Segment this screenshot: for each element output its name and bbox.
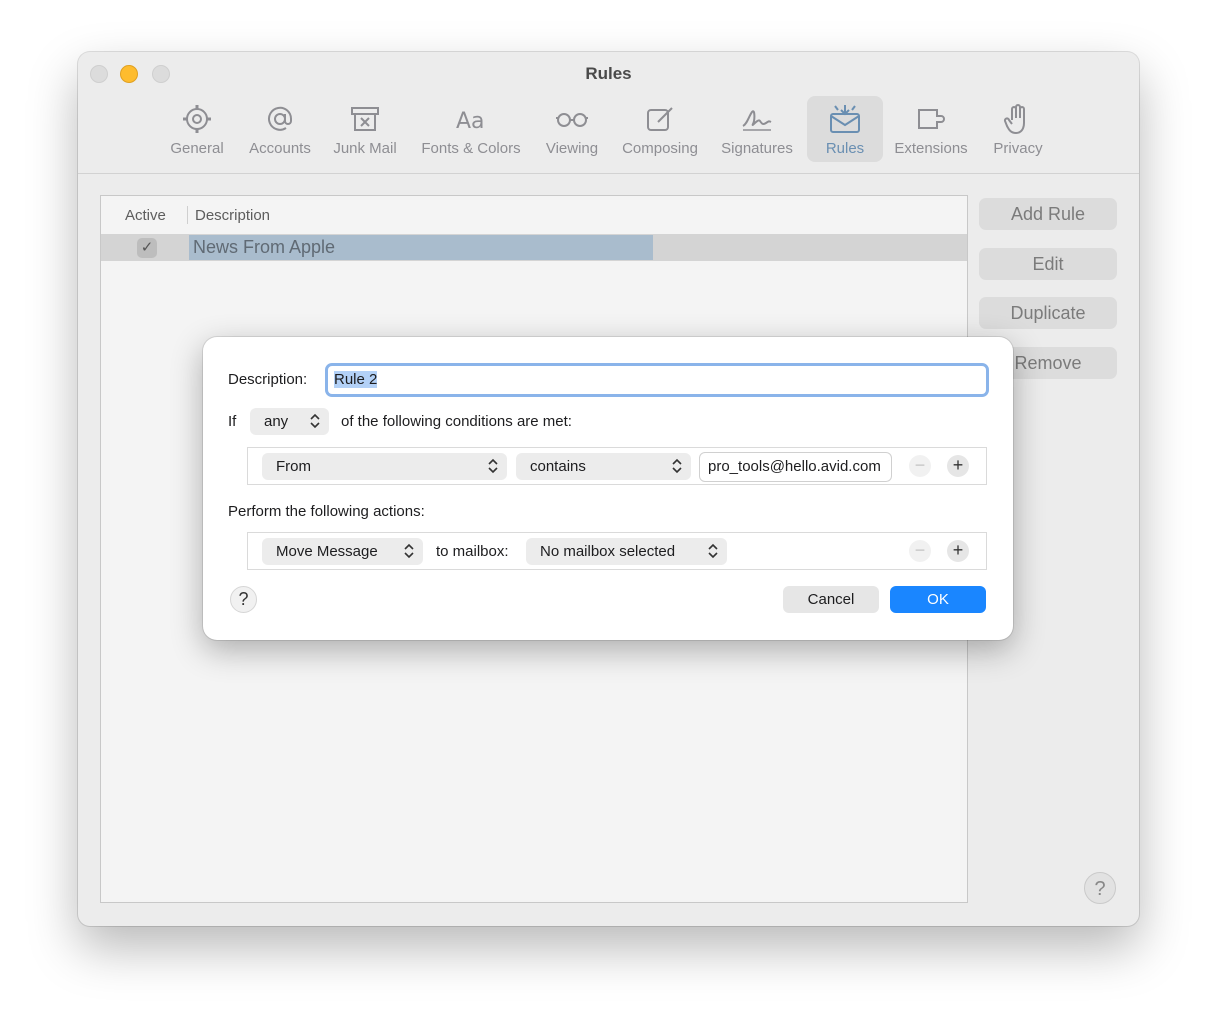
at-sign-icon — [268, 106, 293, 131]
active-checkbox[interactable]: ✓ — [137, 238, 157, 258]
description-value: Rule 2 — [334, 371, 378, 388]
tab-fonts-colors[interactable]: Aa Fonts & Colors — [414, 96, 528, 162]
rule-editor-sheet: Description: Rule 2 If any of the follow… — [203, 337, 1013, 640]
gear-icon — [183, 105, 211, 133]
column-header-active[interactable]: Active — [125, 196, 166, 232]
tab-privacy[interactable]: Privacy — [986, 96, 1050, 162]
extensions-icon — [918, 109, 945, 129]
tab-privacy-label: Privacy — [993, 140, 1043, 157]
tab-composing[interactable]: Composing — [616, 96, 704, 162]
rules-envelope-icon — [830, 105, 860, 133]
mailbox-value: No mailbox selected — [540, 543, 676, 560]
tab-extensions-label: Extensions — [894, 140, 968, 157]
action-type-popup[interactable]: Move Message — [262, 538, 423, 565]
tab-general-label: General — [170, 140, 224, 157]
signature-icon — [742, 110, 772, 131]
column-divider — [187, 206, 188, 224]
rule-description: News From Apple — [189, 235, 653, 260]
action-row: Move Message to mailbox: No mailbox sele… — [247, 532, 987, 570]
compose-icon — [647, 107, 673, 131]
tab-composing-label: Composing — [622, 140, 698, 157]
glasses-icon — [556, 113, 588, 127]
conditions-text: of the following conditions are met: — [341, 413, 572, 430]
match-popup-value: any — [264, 413, 289, 430]
chevron-updown-icon — [488, 458, 498, 474]
condition-operator-popup[interactable]: contains — [516, 453, 691, 480]
tab-accounts[interactable]: Accounts — [242, 96, 318, 162]
table-row[interactable]: ✓ News From Apple — [101, 234, 967, 261]
ok-button[interactable]: OK — [890, 586, 986, 613]
tab-signatures[interactable]: Signatures — [716, 96, 798, 162]
sheet-help-button[interactable]: ? — [230, 586, 257, 613]
add-condition-button[interactable]: + — [947, 455, 969, 477]
remove-condition-button[interactable]: − — [909, 455, 931, 477]
chevron-updown-icon — [708, 543, 718, 559]
edit-rule-button[interactable]: Edit — [979, 248, 1117, 280]
tab-rules-label: Rules — [825, 140, 865, 157]
action-type-value: Move Message — [276, 543, 378, 560]
mailbox-popup[interactable]: No mailbox selected — [526, 538, 727, 565]
column-header-description[interactable]: Description — [195, 196, 270, 232]
hand-icon — [1003, 104, 1025, 135]
add-rule-button[interactable]: Add Rule — [979, 198, 1117, 230]
preferences-toolbar: General Accounts Junk Mail Aa Fonts & Co… — [78, 96, 1139, 172]
condition-operator-value: contains — [530, 458, 586, 475]
add-action-button[interactable]: + — [947, 540, 969, 562]
chevron-updown-icon — [310, 413, 320, 429]
cancel-button[interactable]: Cancel — [783, 586, 879, 613]
actions-label: Perform the following actions: — [228, 503, 425, 520]
tab-rules[interactable]: Rules — [807, 96, 883, 162]
match-popup[interactable]: any — [250, 408, 329, 435]
condition-value-field[interactable]: pro_tools@hello.avid.com — [699, 452, 892, 482]
junk-trash-icon — [351, 107, 379, 131]
help-button[interactable]: ? — [1084, 872, 1116, 904]
condition-field-popup[interactable]: From — [262, 453, 507, 480]
remove-action-button[interactable]: − — [909, 540, 931, 562]
tab-fonts-colors-label: Fonts & Colors — [421, 140, 521, 157]
chevron-updown-icon — [672, 458, 682, 474]
description-field[interactable]: Rule 2 — [325, 363, 989, 397]
if-label: If — [228, 413, 237, 430]
fonts-icon: Aa — [456, 109, 485, 134]
tab-junk-mail[interactable]: Junk Mail — [328, 96, 402, 162]
tab-junk-mail-label: Junk Mail — [333, 140, 397, 157]
toolbar-divider — [78, 173, 1139, 174]
to-mailbox-label: to mailbox: — [436, 543, 509, 560]
chevron-updown-icon — [404, 543, 414, 559]
tab-viewing-label: Viewing — [545, 140, 599, 157]
condition-row: From contains pro_tools@hello.avid.com −… — [247, 447, 987, 485]
tab-accounts-label: Accounts — [249, 140, 311, 157]
description-label: Description: — [228, 371, 308, 388]
svg-text:Aa: Aa — [456, 109, 485, 134]
tab-extensions[interactable]: Extensions — [890, 96, 972, 162]
tab-signatures-label: Signatures — [721, 140, 793, 157]
duplicate-rule-button[interactable]: Duplicate — [979, 297, 1117, 329]
tab-viewing[interactable]: Viewing — [540, 96, 604, 162]
window-title: Rules — [585, 64, 632, 83]
condition-field-value: From — [276, 458, 311, 475]
tab-general[interactable]: General — [164, 96, 230, 162]
